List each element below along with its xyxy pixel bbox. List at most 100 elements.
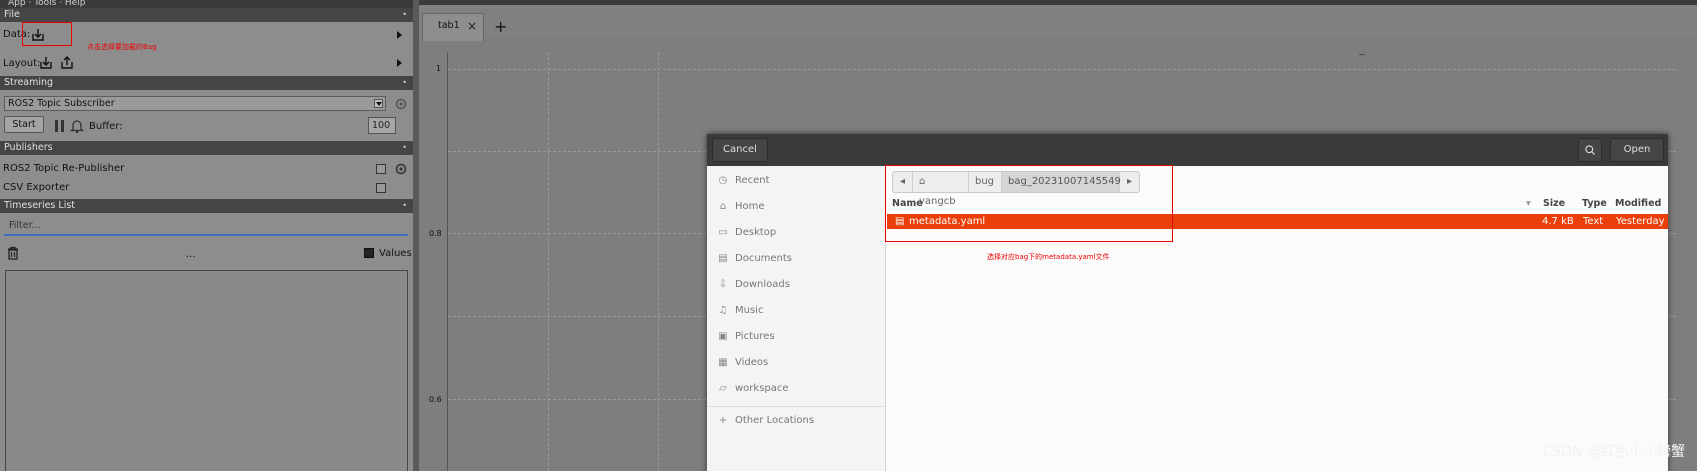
section-header-streaming[interactable]: Streaming • bbox=[0, 76, 413, 90]
publisher-checkbox[interactable] bbox=[376, 183, 386, 193]
tab-tab1[interactable]: tab1 × bbox=[422, 13, 484, 41]
column-header-modified[interactable]: Modified bbox=[1615, 198, 1661, 209]
sidebar-item-desktop[interactable]: ▭ Desktop bbox=[717, 223, 776, 243]
sidebar-item-home[interactable]: ⌂ Home bbox=[717, 197, 765, 217]
add-tab-icon[interactable]: + bbox=[494, 17, 507, 36]
music-icon: ♫ bbox=[718, 305, 728, 316]
chevron-down-icon[interactable] bbox=[374, 99, 383, 108]
place-label: Videos bbox=[735, 357, 769, 368]
sort-icon[interactable]: ▾ bbox=[1526, 198, 1531, 209]
buffer-label: Buffer: bbox=[89, 121, 123, 132]
file-open-dialog: Cancel Open ◷ Recent ⌂ Home ▭ Desktop ▤ Docu… bbox=[707, 134, 1668, 471]
publisher-item: CSV Exporter bbox=[3, 182, 70, 193]
place-label: Documents bbox=[735, 253, 793, 264]
y-tick-label: 0.8 bbox=[429, 229, 442, 238]
grid-line bbox=[658, 52, 659, 471]
values-checkbox[interactable] bbox=[364, 248, 374, 258]
grid-line bbox=[548, 52, 549, 471]
collapse-icon[interactable]: • bbox=[402, 199, 407, 213]
video-icon: ▦ bbox=[718, 357, 728, 368]
sidebar-item-videos[interactable]: ▦ Videos bbox=[717, 353, 768, 373]
data-expand-icon[interactable] bbox=[397, 31, 402, 39]
section-title-file: File bbox=[4, 9, 20, 20]
sidebar-item-downloads[interactable]: ⇩ Downloads bbox=[717, 275, 790, 295]
left-panel: App · Tools · Help File • Data: 点击选择要加载的… bbox=[0, 0, 413, 471]
home-icon: ⌂ bbox=[719, 201, 727, 212]
place-label: Other Locations bbox=[735, 415, 815, 426]
sidebar-divider bbox=[707, 406, 886, 407]
collapse-icon[interactable]: • bbox=[402, 76, 407, 90]
place-label: Downloads bbox=[735, 279, 790, 290]
gear-icon[interactable] bbox=[393, 161, 409, 177]
section-header-publishers[interactable]: Publishers • bbox=[0, 141, 413, 155]
section-title-timeseries: Timeseries List bbox=[4, 200, 76, 211]
y-tick-label: 0.6 bbox=[429, 395, 442, 404]
close-icon[interactable]: × bbox=[467, 14, 477, 38]
streaming-plugin-select[interactable]: ROS2 Topic Subscriber bbox=[4, 96, 386, 111]
download-icon: ⇩ bbox=[718, 279, 728, 290]
file-type: Text bbox=[1583, 216, 1604, 227]
sidebar-item-workspace[interactable]: ▱ workspace bbox=[717, 379, 789, 399]
highlight-load-data bbox=[22, 22, 72, 46]
filter-input[interactable]: Filter... bbox=[4, 216, 408, 236]
place-label: Recent bbox=[735, 175, 770, 186]
sidebar-item-documents[interactable]: ▤ Documents bbox=[717, 249, 792, 269]
place-label: Music bbox=[735, 305, 764, 316]
sidebar-item-recent[interactable]: ◷ Recent bbox=[717, 171, 770, 191]
layout-label: Layout: bbox=[3, 58, 41, 69]
layout-expand-icon[interactable] bbox=[397, 59, 402, 67]
section-title-publishers: Publishers bbox=[4, 142, 53, 153]
menubar-text[interactable]: App · Tools · Help bbox=[8, 0, 85, 8]
tab-bar: tab1 × + bbox=[419, 0, 1697, 41]
plus-icon: + bbox=[718, 415, 728, 426]
csdn-watermark: CSDN @红色小小螃蟹 bbox=[1542, 444, 1685, 460]
section-title-streaming: Streaming bbox=[4, 77, 54, 88]
trash-icon[interactable] bbox=[5, 245, 21, 261]
search-button[interactable] bbox=[1578, 138, 1602, 162]
cancel-button[interactable]: Cancel bbox=[712, 138, 768, 162]
load-layout-icon[interactable] bbox=[38, 55, 54, 71]
collapse-icon[interactable]: • bbox=[402, 8, 407, 22]
save-layout-icon[interactable] bbox=[59, 55, 75, 71]
section-header-file[interactable]: File • bbox=[0, 8, 413, 22]
tab-label: tab1 bbox=[438, 20, 460, 31]
sidebar-item-pictures[interactable]: ▣ Pictures bbox=[717, 327, 775, 347]
places-sidebar: ◷ Recent ⌂ Home ▭ Desktop ▤ Documents ⇩ Downl… bbox=[707, 166, 886, 471]
section-header-timeseries[interactable]: Timeseries List • bbox=[0, 199, 413, 213]
values-label: Values bbox=[379, 248, 412, 259]
collapse-icon[interactable]: • bbox=[402, 141, 407, 155]
desktop-icon: ▭ bbox=[718, 227, 728, 238]
sidebar-item-music[interactable]: ♫ Music bbox=[717, 301, 764, 321]
publisher-checkbox[interactable] bbox=[376, 164, 386, 174]
bell-icon[interactable] bbox=[69, 118, 85, 134]
open-button[interactable]: Open bbox=[1610, 138, 1664, 162]
y-tick-label: 1 bbox=[436, 64, 442, 73]
document-icon: ▤ bbox=[718, 253, 728, 264]
sidebar-item-other-locations[interactable]: + Other Locations bbox=[717, 411, 814, 431]
clock-icon: ◷ bbox=[718, 175, 728, 186]
highlight-file-selection bbox=[885, 165, 1173, 242]
start-button[interactable]: Start bbox=[4, 116, 44, 133]
streaming-plugin-value: ROS2 Topic Subscriber bbox=[8, 98, 115, 109]
dots-label: ... bbox=[186, 249, 196, 260]
grid-line bbox=[448, 69, 1676, 70]
place-label: Home bbox=[735, 201, 765, 212]
publisher-item: ROS2 Topic Re-Publisher bbox=[3, 163, 125, 174]
column-header-type[interactable]: Type bbox=[1582, 198, 1607, 209]
buffer-input[interactable]: 100 bbox=[368, 117, 396, 134]
load-data-annotation: 点击选择要加载的Bag bbox=[87, 43, 157, 51]
dialog-header: Cancel Open bbox=[707, 134, 1668, 166]
timeseries-tree[interactable] bbox=[5, 270, 408, 471]
place-label: Pictures bbox=[735, 331, 775, 342]
file-modified: Yesterday bbox=[1616, 216, 1665, 227]
menubar: App · Tools · Help bbox=[0, 0, 413, 8]
pause-icon[interactable] bbox=[52, 118, 68, 134]
place-label: Desktop bbox=[735, 227, 777, 238]
metadata-annotation: 选择对应bag下的metadata.yaml文件 bbox=[987, 253, 1110, 261]
picture-icon: ▣ bbox=[718, 331, 728, 342]
search-icon bbox=[1585, 145, 1595, 155]
gear-icon[interactable] bbox=[393, 96, 409, 112]
column-header-size[interactable]: Size bbox=[1543, 198, 1565, 209]
file-size: 4.7 kB bbox=[1542, 216, 1574, 227]
place-label: workspace bbox=[735, 383, 789, 394]
